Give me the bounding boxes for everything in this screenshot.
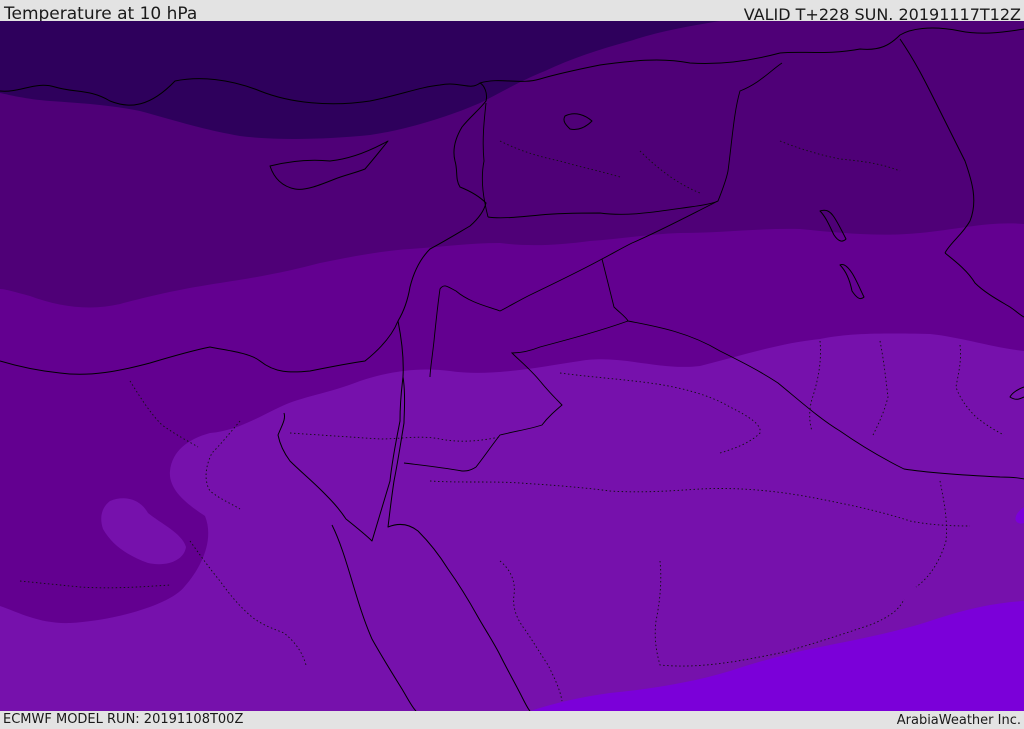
map-canvas — [0, 21, 1024, 711]
model-run-label: ECMWF MODEL RUN: 20191108T00Z — [3, 712, 244, 727]
weather-map — [0, 21, 1024, 711]
footer-bar: ECMWF MODEL RUN: 20191108T00Z ArabiaWeat… — [0, 711, 1024, 729]
header-bar: Temperature at 10 hPa VALID T+228 SUN. 2… — [0, 0, 1024, 24]
credit-label: ArabiaWeather Inc. — [896, 713, 1021, 728]
